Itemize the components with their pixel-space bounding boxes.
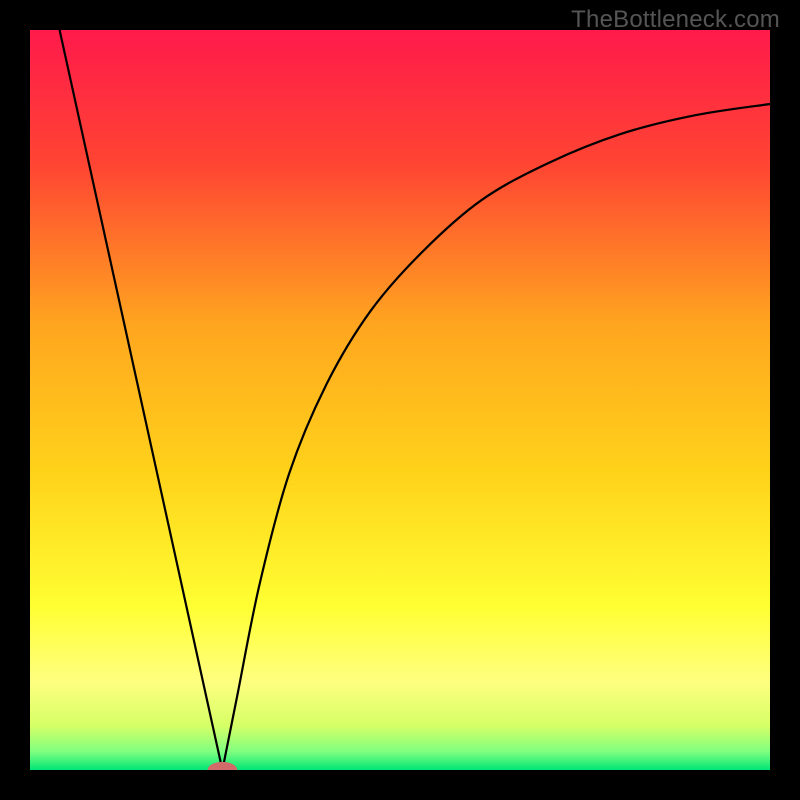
chart-svg — [30, 30, 770, 770]
watermark-text: TheBottleneck.com — [571, 6, 780, 34]
plot-area — [30, 30, 770, 770]
chart-frame: TheBottleneck.com — [0, 0, 800, 800]
